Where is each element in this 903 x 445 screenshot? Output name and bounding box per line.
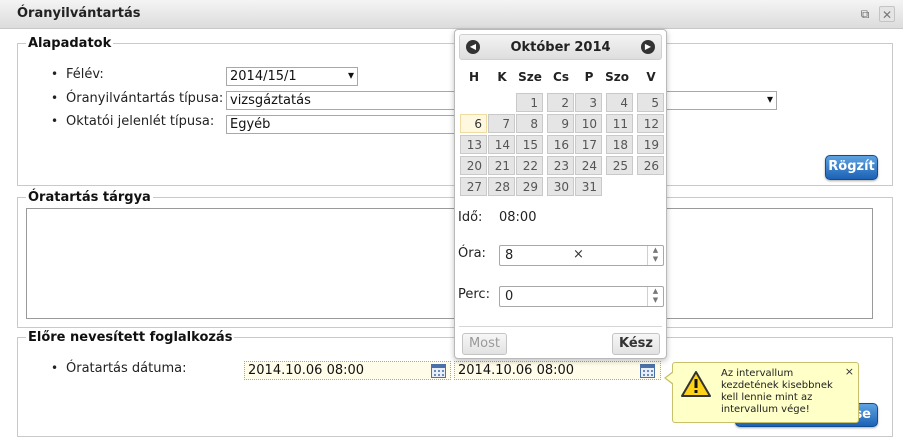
jelenlet-select[interactable]: Egyéb xyxy=(226,115,466,134)
save-button[interactable]: Rögzít xyxy=(825,155,878,180)
popout-icon[interactable]: ⧉ xyxy=(857,6,873,22)
now-button[interactable]: Most xyxy=(462,333,507,355)
warning-icon xyxy=(681,371,711,397)
weekday-header: P xyxy=(584,70,594,84)
datepicker-header: ◀ Október 2014 ▶ xyxy=(459,34,662,60)
datum-label: Óratartás dátuma: xyxy=(51,361,186,376)
calendar-day[interactable]: 25 xyxy=(606,156,633,175)
felev-label: Félév: xyxy=(51,67,104,82)
done-button[interactable]: Kész xyxy=(612,333,660,355)
datum-from-field[interactable]: 2014.10.06 08:00 xyxy=(244,361,451,380)
perc-label: Perc: xyxy=(458,287,490,302)
alapadatok-legend: Alapadatok xyxy=(26,36,114,51)
month-title: Október 2014 xyxy=(510,40,611,55)
window-title: Óranyilvántartás xyxy=(17,6,141,21)
weekday-header: K xyxy=(497,70,507,84)
calendar-day[interactable]: 1 xyxy=(516,93,543,112)
felev-value: 2014/15/1 xyxy=(230,69,297,84)
ora-spinner[interactable]: ▲ ▼ xyxy=(647,246,663,265)
validation-tooltip: Az intervallum kezdetének kisebbnek kell… xyxy=(664,362,859,423)
weekday-header: V xyxy=(646,70,656,84)
window-titlebar: Óranyilvántartás ⧉ ✕ xyxy=(0,0,903,29)
tipus-value: vizsgáztatás xyxy=(230,93,311,108)
close-icon[interactable]: ✕ xyxy=(879,6,895,22)
weekday-header: Cs xyxy=(553,70,569,84)
weekday-header: Szo xyxy=(605,70,629,84)
calendar-day[interactable]: 29 xyxy=(516,177,543,196)
tooltip-message: Az intervallum kezdetének kisebbnek kell… xyxy=(721,368,833,415)
calendar-day[interactable]: 19 xyxy=(637,135,664,154)
calendar-day[interactable]: 10 xyxy=(575,114,602,133)
calendar-day[interactable]: 18 xyxy=(606,135,633,154)
datum-from-value: 2014.10.06 08:00 xyxy=(248,363,365,378)
calendar-day[interactable]: 8 xyxy=(516,114,543,133)
datepicker-footer xyxy=(459,326,662,327)
ora-value: 8 xyxy=(505,248,514,263)
calendar-day[interactable]: 24 xyxy=(575,156,602,175)
calendar-day[interactable]: 14 xyxy=(488,135,515,154)
calendar-icon[interactable] xyxy=(431,364,446,378)
calendar-day[interactable]: 27 xyxy=(460,177,487,196)
calendar-day[interactable]: 2 xyxy=(547,93,574,112)
calendar-day[interactable]: 23 xyxy=(547,156,574,175)
ora-label: Óra: xyxy=(458,246,486,261)
calendar-day[interactable]: 15 xyxy=(516,135,543,154)
foglalkozas-legend: Előre nevesített foglalkozás xyxy=(26,330,235,345)
calendar-day[interactable]: 13 xyxy=(460,135,487,154)
calendar-day[interactable]: 6 xyxy=(460,114,487,133)
calendar-day[interactable]: 3 xyxy=(575,93,602,112)
calendar-day[interactable]: 26 xyxy=(637,156,664,175)
calendar-day[interactable]: 21 xyxy=(488,156,515,175)
weekday-header: Sze xyxy=(518,70,542,84)
datum-to-value: 2014.10.06 08:00 xyxy=(458,363,575,378)
ora-clear-icon[interactable]: × xyxy=(573,247,584,262)
weekday-header: H xyxy=(468,70,480,84)
jelenlet-label: Oktatói jelenlét típusa: xyxy=(51,114,214,129)
calendar-day[interactable]: 5 xyxy=(637,93,664,112)
calendar-day[interactable]: 7 xyxy=(488,114,515,133)
chevron-down-icon: ▾ xyxy=(347,68,354,82)
targy-legend: Óratartás tárgya xyxy=(26,190,153,205)
calendar-day[interactable]: 20 xyxy=(460,156,487,175)
calendar-day[interactable]: 22 xyxy=(516,156,543,175)
tipus-label: Óranyilvántartás típusa: xyxy=(51,91,223,106)
targy-textarea[interactable] xyxy=(26,208,873,319)
calendar-day[interactable]: 30 xyxy=(547,177,574,196)
next-month-icon[interactable]: ▶ xyxy=(641,40,655,54)
ido-value: 08:00 xyxy=(499,210,537,225)
chevron-down-icon: ▾ xyxy=(766,92,773,106)
calendar-icon[interactable] xyxy=(640,364,655,378)
tooltip-close-icon[interactable]: × xyxy=(845,365,854,378)
perc-value: 0 xyxy=(505,289,514,304)
ora-input[interactable]: 8 × ▲ ▼ xyxy=(499,245,664,266)
calendar-day[interactable]: 11 xyxy=(606,114,633,133)
calendar-day[interactable]: 16 xyxy=(547,135,574,154)
datepicker-popup: ◀ Október 2014 ▶ H K Sze Cs P Szo V 1234567891… xyxy=(454,29,667,359)
calendar-day[interactable]: 17 xyxy=(575,135,602,154)
calendar-day[interactable]: 28 xyxy=(488,177,515,196)
calendar-day[interactable]: 9 xyxy=(547,114,574,133)
ido-label: Idő: xyxy=(458,210,483,225)
calendar-day[interactable]: 12 xyxy=(637,114,664,133)
calendar-day[interactable]: 31 xyxy=(575,177,602,196)
datum-to-field[interactable]: 2014.10.06 08:00 xyxy=(454,361,661,380)
perc-spinner[interactable]: ▲ ▼ xyxy=(647,287,663,306)
jelenlet-value: Egyéb xyxy=(230,117,271,132)
perc-input[interactable]: 0 ▲ ▼ xyxy=(499,286,664,307)
calendar-day[interactable]: 4 xyxy=(606,93,633,112)
felev-select[interactable]: 2014/15/1 ▾ xyxy=(226,67,358,86)
